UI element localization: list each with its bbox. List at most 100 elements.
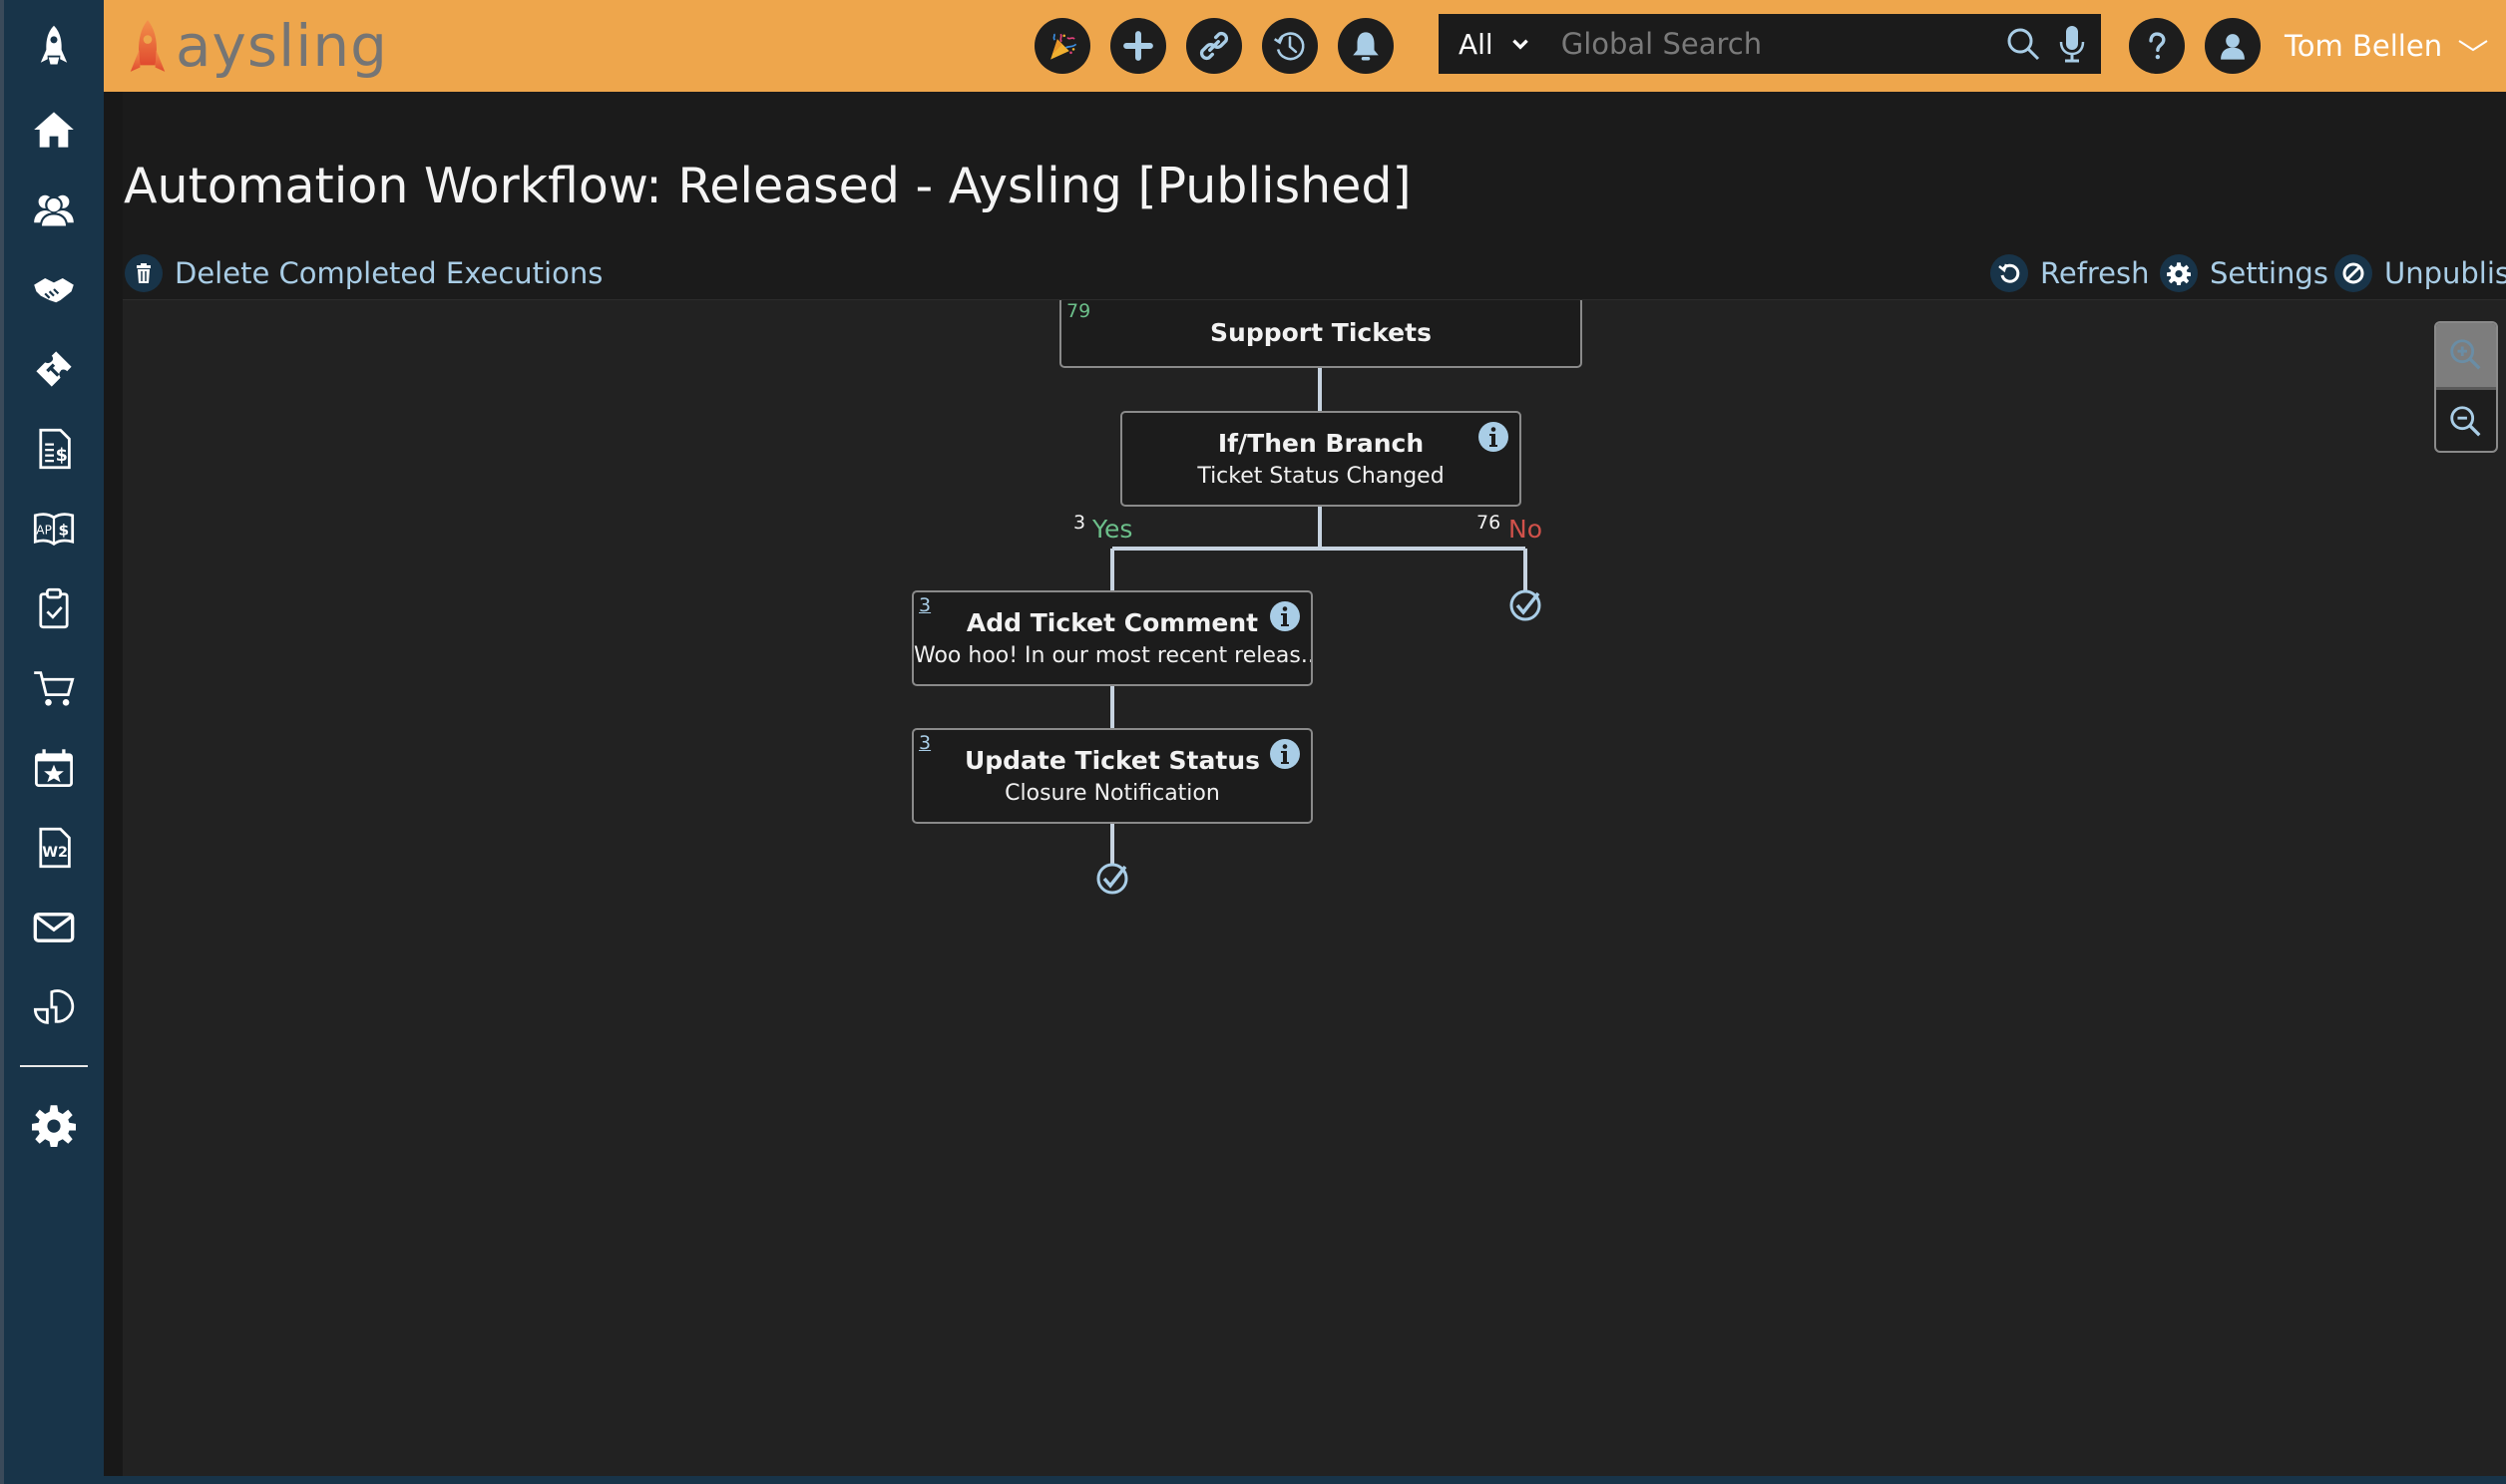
info-icon[interactable] (1269, 738, 1301, 770)
link-icon (1199, 31, 1229, 61)
branch-title: If/Then Branch (1217, 429, 1425, 458)
sidebar-item-invoices[interactable]: $ (4, 419, 104, 479)
zoom-out-button[interactable] (2436, 390, 2496, 451)
page-title: Automation Workflow: Released - Aysling … (124, 158, 1412, 214)
ticket-icon (36, 351, 72, 387)
svg-text:AP: AP (36, 524, 52, 538)
search-icon[interactable] (2005, 26, 2041, 62)
unpublish-button[interactable]: Unpublish (2334, 253, 2506, 293)
user-menu[interactable]: Tom Bellen (2285, 0, 2490, 92)
branch-subtitle: Ticket Status Changed (1197, 464, 1445, 489)
workflow-canvas[interactable]: 79 Support Tickets If/Then Branch Ticket… (123, 299, 2506, 1477)
svg-text:$: $ (56, 446, 68, 466)
sidebar-item-events[interactable] (4, 738, 104, 798)
refresh-button[interactable]: Refresh (1990, 253, 2150, 293)
sidebar-item-email[interactable] (4, 898, 104, 957)
step-title: Add Ticket Comment (966, 608, 1259, 637)
links-button[interactable] (1186, 18, 1242, 74)
refresh-label: Refresh (2040, 256, 2150, 290)
zoom-controls (2434, 321, 2498, 453)
settings-button[interactable]: Settings (2160, 253, 2328, 293)
step-node-update-ticket-status[interactable]: 3 Update Ticket Status Closure Notificat… (912, 728, 1313, 824)
user-avatar[interactable] (2205, 18, 2261, 74)
sidebar-item-commerce[interactable] (4, 658, 104, 718)
sidebar-item-payroll[interactable]: W2 (4, 818, 104, 878)
svg-text:$: $ (59, 522, 70, 540)
plus-icon (1123, 31, 1153, 61)
sidebar: $ AP $ W2 (4, 0, 104, 1484)
logo-text: aysling (176, 12, 388, 80)
envelope-icon (33, 913, 75, 942)
gear-icon (2167, 262, 2191, 285)
calendar-star-icon (35, 749, 73, 787)
ap-book-icon: AP $ (33, 513, 75, 547)
global-search-input[interactable] (1558, 26, 1992, 62)
ban-icon (2342, 262, 2364, 284)
rocket-logo-icon (130, 20, 166, 72)
invoice-icon: $ (39, 428, 71, 470)
pie-chart-icon (33, 989, 75, 1024)
trigger-count: 79 (1066, 300, 1091, 322)
sidebar-item-contacts[interactable] (4, 180, 104, 239)
sidebar-divider (20, 1065, 88, 1067)
svg-text:W2: W2 (42, 845, 68, 861)
sidebar-item-accounts-payable[interactable]: AP $ (4, 499, 104, 558)
clipboard-check-icon (39, 587, 69, 629)
trigger-title: Support Tickets (1210, 318, 1432, 347)
people-icon (34, 194, 74, 228)
step-node-add-ticket-comment[interactable]: 3 Add Ticket Comment Woo hoo! In our mos… (912, 590, 1313, 686)
check-circle-icon (1096, 863, 1128, 895)
no-branch-count: 76 (1476, 512, 1501, 534)
chevron-down-icon (1511, 39, 1528, 50)
search-scope-select[interactable]: All (1459, 28, 1531, 61)
delete-completed-executions-button[interactable]: Delete Completed Executions (125, 253, 603, 293)
sidebar-item-tickets[interactable] (4, 339, 104, 399)
step-count-link[interactable]: 3 (919, 594, 931, 616)
bell-icon (1353, 32, 1379, 61)
branch-node-if-then[interactable]: If/Then Branch Ticket Status Changed (1120, 411, 1521, 507)
user-avatar-icon (2221, 34, 2245, 60)
sidebar-item-settings[interactable] (4, 1095, 104, 1155)
yes-branch-count: 3 (1073, 512, 1086, 534)
delete-completed-executions-label: Delete Completed Executions (175, 256, 604, 290)
trigger-node-support-tickets[interactable]: 79 Support Tickets (1059, 300, 1582, 368)
w2-document-icon: W2 (39, 827, 71, 869)
global-search: All (1439, 14, 2101, 74)
topbar: aysling All Global Search Tom Bellen (104, 0, 2506, 92)
sidebar-item-tasks[interactable] (4, 578, 104, 638)
step-title: Update Ticket Status (964, 746, 1261, 775)
app-logo[interactable]: aysling (126, 14, 388, 78)
history-icon (1273, 32, 1305, 61)
microphone-icon[interactable] (2057, 24, 2087, 64)
info-icon[interactable] (1269, 600, 1301, 632)
check-circle-icon (1509, 589, 1541, 621)
cart-icon (34, 671, 75, 706)
help-button[interactable] (2129, 18, 2185, 74)
sidebar-item-launch[interactable] (4, 14, 104, 78)
home-icon (34, 112, 74, 148)
info-icon[interactable] (1477, 421, 1509, 453)
zoom-in-button[interactable] (2436, 323, 2496, 390)
settings-label: Settings (2210, 256, 2328, 290)
sidebar-item-reports[interactable] (4, 977, 104, 1037)
step-subtitle: Closure Notification (1005, 781, 1220, 806)
sidebar-item-home[interactable] (4, 100, 104, 160)
chevron-down-icon (2458, 40, 2488, 52)
gear-icon (32, 1105, 76, 1147)
sidebar-item-deals[interactable] (4, 259, 104, 319)
refresh-icon (1998, 263, 2020, 283)
notifications-button[interactable] (1338, 18, 1394, 74)
rocket-icon (40, 25, 68, 65)
yes-branch-label: Yes (1092, 515, 1133, 544)
history-button[interactable] (1262, 18, 1318, 74)
add-button[interactable] (1110, 18, 1166, 74)
handshake-icon (34, 278, 74, 303)
content-gutter (104, 92, 123, 1476)
bottom-bar (104, 1476, 2506, 1484)
party-popper-icon (1050, 33, 1077, 60)
no-branch-label: No (1508, 515, 1542, 544)
zoom-in-icon (2450, 339, 2481, 370)
celebrate-button[interactable] (1035, 18, 1090, 74)
step-count-link[interactable]: 3 (919, 732, 931, 754)
trash-icon (137, 263, 151, 283)
